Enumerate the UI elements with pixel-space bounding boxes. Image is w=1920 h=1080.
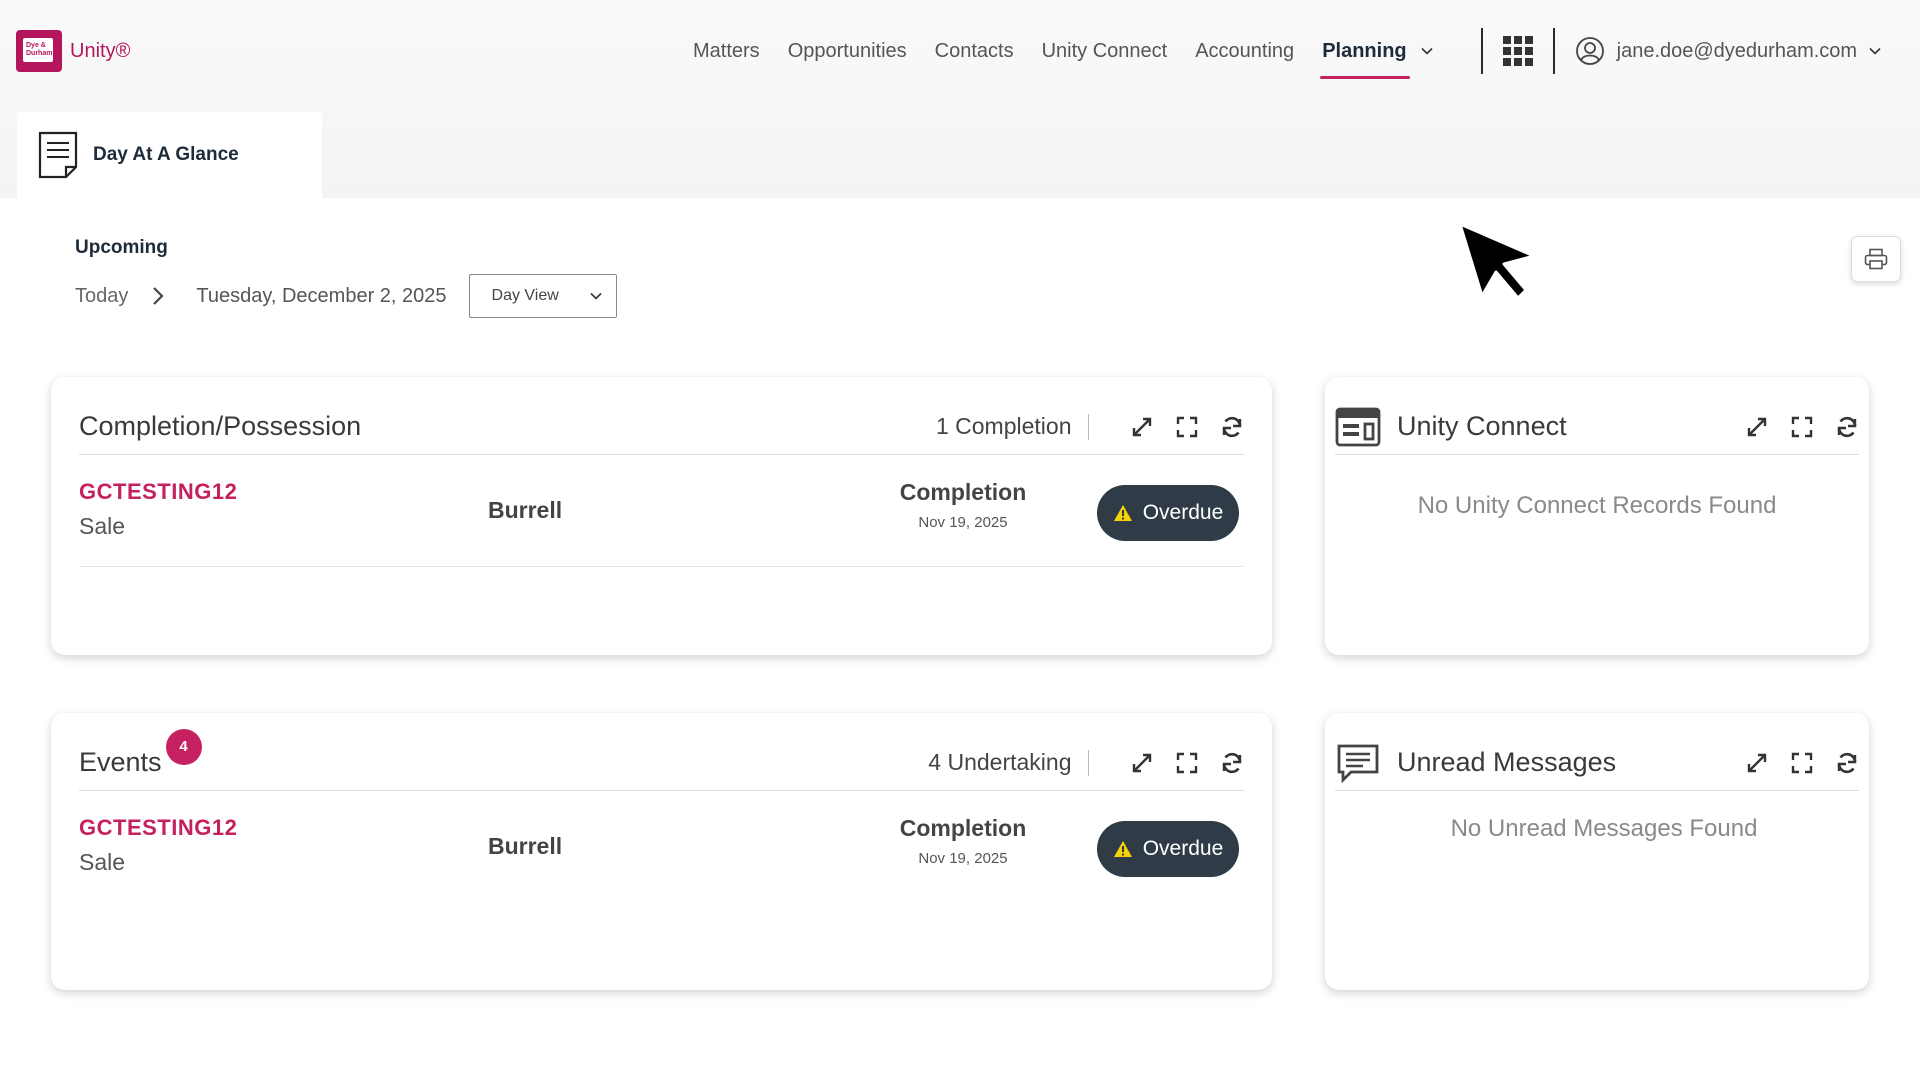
card-title: Unread Messages	[1397, 747, 1617, 777]
message-icon	[1337, 744, 1379, 783]
expand-icon[interactable]	[1745, 415, 1769, 439]
section-title: Upcoming	[75, 237, 168, 258]
printer-icon	[1864, 248, 1888, 270]
card-header: Unread Messages	[1335, 735, 1859, 791]
expand-icon[interactable]	[1745, 751, 1769, 775]
card-controls: 4 Undertaking	[928, 749, 1244, 776]
main-nav: Matters Opportunities Contacts Unity Con…	[693, 28, 1881, 79]
tab-label: Day At A Glance	[93, 144, 239, 165]
completion-card: Completion/Possession 1 Completion GCTES…	[51, 377, 1272, 655]
top-bar: Dye & Durham Unity® Matters Opportunitie…	[0, 0, 1920, 198]
empty-state-message: No Unread Messages Found	[1450, 815, 1758, 842]
mouse-cursor-icon	[1460, 224, 1536, 300]
nav-unity-connect[interactable]: Unity Connect	[1042, 40, 1168, 63]
event-date: Nov 19, 2025	[918, 850, 1008, 867]
chevron-right-icon[interactable]	[150, 286, 166, 306]
undertaking-count: 4 Undertaking	[928, 749, 1072, 775]
card-header: Events 4 4 Undertaking	[79, 728, 1244, 791]
empty-state-message: No Unity Connect Records Found	[1417, 492, 1777, 519]
table-row[interactable]: GCTESTING12 Sale Burrell Completion Nov …	[79, 457, 1244, 567]
nav-matters[interactable]: Matters	[693, 40, 760, 63]
matter-type: Sale	[79, 849, 126, 875]
nav-divider	[1552, 28, 1555, 74]
client-name: Burrell	[488, 833, 563, 859]
card-controls	[1745, 415, 1859, 439]
overdue-status-badge[interactable]: Overdue	[1097, 485, 1239, 541]
status-label: Overdue	[1142, 837, 1224, 860]
nav-planning-label: Planning	[1322, 39, 1407, 62]
card-header: Completion/Possession 1 Completion	[79, 399, 1244, 455]
tab-day-at-a-glance[interactable]: Day At A Glance	[17, 112, 322, 198]
expand-icon[interactable]	[1130, 751, 1154, 775]
matter-link[interactable]: GCTESTING12	[79, 815, 237, 841]
fullscreen-icon[interactable]	[1175, 415, 1199, 439]
unity-logo[interactable]: Dye & Durham Unity®	[16, 30, 130, 72]
nav-planning[interactable]: Planning	[1320, 39, 1433, 79]
refresh-icon[interactable]	[1835, 751, 1859, 775]
nav-opportunities[interactable]: Opportunities	[788, 40, 907, 63]
completion-count: 1 Completion	[935, 413, 1072, 439]
user-email: jane.doe@dyedurham.com	[1616, 39, 1858, 62]
print-button[interactable]	[1851, 236, 1901, 282]
dye-durham-logo-icon: Dye & Durham	[16, 30, 62, 72]
user-menu[interactable]: jane.doe@dyedurham.com	[1575, 36, 1881, 66]
date-navigation: Today Tuesday, December 2, 2025 Day View	[75, 274, 617, 318]
matter-type: Sale	[79, 513, 126, 539]
fullscreen-icon[interactable]	[1790, 751, 1814, 775]
card-controls	[1745, 751, 1859, 775]
user-avatar-icon	[1575, 37, 1604, 65]
card-title: Events	[79, 747, 162, 777]
divider	[1087, 749, 1089, 776]
fullscreen-icon[interactable]	[1790, 415, 1814, 439]
app-grid-icon[interactable]	[1502, 36, 1533, 66]
client-name: Burrell	[488, 497, 563, 523]
today-link[interactable]: Today	[75, 285, 128, 308]
view-select-value: Day View	[491, 287, 559, 304]
overdue-status-badge[interactable]: Overdue	[1097, 821, 1239, 877]
chevron-down-icon	[589, 292, 602, 300]
chevron-down-icon	[1421, 47, 1433, 55]
event-name: Completion	[899, 479, 1027, 505]
events-card: Events 4 4 Undertaking GCTESTING12 Sale …	[51, 713, 1272, 990]
refresh-icon[interactable]	[1220, 751, 1244, 775]
table-row[interactable]: GCTESTING12 Sale Burrell Completion Nov …	[79, 793, 1244, 903]
event-info: Completion Nov 19, 2025	[899, 479, 1027, 531]
divider	[1087, 413, 1089, 440]
warning-icon	[1113, 505, 1132, 521]
matter-link[interactable]: GCTESTING12	[79, 479, 237, 505]
refresh-icon[interactable]	[1835, 415, 1859, 439]
expand-icon[interactable]	[1130, 415, 1154, 439]
document-icon	[38, 131, 78, 179]
nav-accounting[interactable]: Accounting	[1195, 40, 1294, 63]
nav-divider	[1480, 28, 1483, 74]
dashboard-widget-icon	[1335, 407, 1381, 446]
unread-messages-card: Unread Messages No Unread Messages Found	[1325, 713, 1869, 990]
view-select[interactable]: Day View	[468, 274, 617, 318]
warning-icon	[1113, 841, 1132, 857]
logo-text: Unity®	[70, 39, 131, 62]
fullscreen-icon[interactable]	[1175, 751, 1199, 775]
chevron-down-icon	[1869, 47, 1881, 55]
logo-mark-text: Dye & Durham	[26, 42, 53, 57]
card-title: Completion/Possession	[79, 411, 362, 441]
status-label: Overdue	[1142, 501, 1224, 524]
event-info: Completion Nov 19, 2025	[899, 815, 1027, 867]
unity-connect-card: Unity Connect No Unity Connect Records F…	[1325, 377, 1869, 655]
card-controls: 1 Completion	[936, 413, 1244, 440]
current-date: Tuesday, December 2, 2025	[196, 284, 447, 307]
event-date: Nov 19, 2025	[918, 514, 1008, 531]
card-title: Unity Connect	[1397, 411, 1567, 441]
events-count-badge: 4	[165, 728, 202, 765]
refresh-icon[interactable]	[1220, 415, 1244, 439]
card-header: Unity Connect	[1335, 399, 1859, 455]
event-name: Completion	[899, 815, 1027, 841]
nav-contacts[interactable]: Contacts	[935, 40, 1014, 63]
